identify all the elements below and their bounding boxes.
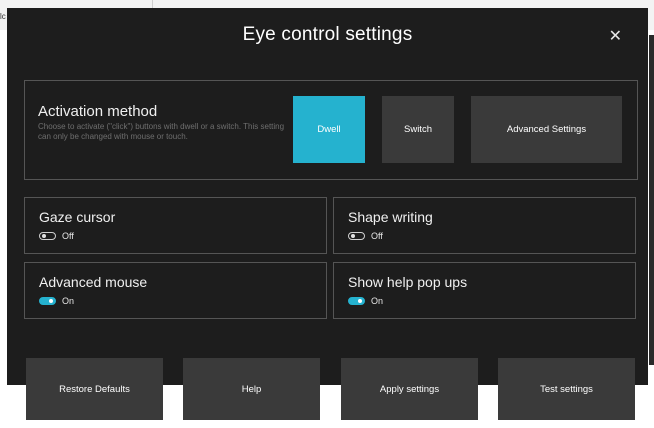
- gaze-cursor-panel: Gaze cursor Off: [24, 197, 327, 254]
- advanced-settings-button[interactable]: Advanced Settings: [471, 96, 622, 163]
- shape-writing-toggle-row[interactable]: Off: [348, 231, 383, 241]
- activation-method-description: Choose to activate ("click") buttons wit…: [38, 122, 285, 141]
- activation-method-panel: Activation method Choose to activate ("c…: [24, 80, 638, 180]
- help-button[interactable]: Help: [183, 358, 320, 420]
- show-help-pop-ups-state: On: [371, 296, 384, 306]
- dialog-title: Eye control settings: [242, 24, 413, 45]
- show-help-pop-ups-title: Show help pop ups: [348, 274, 468, 290]
- toggle-knob: [358, 299, 362, 303]
- eye-control-settings-dialog: Eye control settings ✕ Activation method…: [7, 8, 648, 385]
- apply-settings-button[interactable]: Apply settings: [341, 358, 478, 420]
- shape-writing-state: Off: [371, 231, 383, 241]
- background-window-text: lc: [0, 12, 6, 21]
- dwell-button[interactable]: Dwell: [293, 96, 365, 163]
- shape-writing-title: Shape writing: [348, 209, 433, 225]
- advanced-mouse-panel: Advanced mouse On: [24, 262, 327, 319]
- gaze-cursor-toggle-row[interactable]: Off: [39, 231, 74, 241]
- test-settings-button[interactable]: Test settings: [498, 358, 635, 420]
- shape-writing-panel: Shape writing Off: [333, 197, 636, 254]
- advanced-mouse-title: Advanced mouse: [39, 274, 148, 290]
- activation-method-title: Activation method: [38, 103, 158, 120]
- show-help-pop-ups-toggle[interactable]: [348, 297, 365, 305]
- gaze-cursor-state: Off: [62, 231, 74, 241]
- toggle-knob: [49, 299, 53, 303]
- switch-button[interactable]: Switch: [382, 96, 454, 163]
- show-help-pop-ups-toggle-row[interactable]: On: [348, 296, 383, 306]
- restore-defaults-button[interactable]: Restore Defaults: [26, 358, 163, 420]
- close-icon[interactable]: ✕: [609, 26, 622, 46]
- shape-writing-toggle[interactable]: [348, 232, 365, 240]
- toggle-knob: [351, 234, 355, 238]
- show-help-pop-ups-panel: Show help pop ups On: [333, 262, 636, 319]
- toggle-knob: [42, 234, 46, 238]
- gaze-cursor-title: Gaze cursor: [39, 209, 116, 225]
- gaze-cursor-toggle[interactable]: [39, 232, 56, 240]
- advanced-mouse-toggle[interactable]: [39, 297, 56, 305]
- advanced-mouse-toggle-row[interactable]: On: [39, 296, 74, 306]
- background-window-edge: [649, 35, 654, 365]
- advanced-mouse-state: On: [62, 296, 75, 306]
